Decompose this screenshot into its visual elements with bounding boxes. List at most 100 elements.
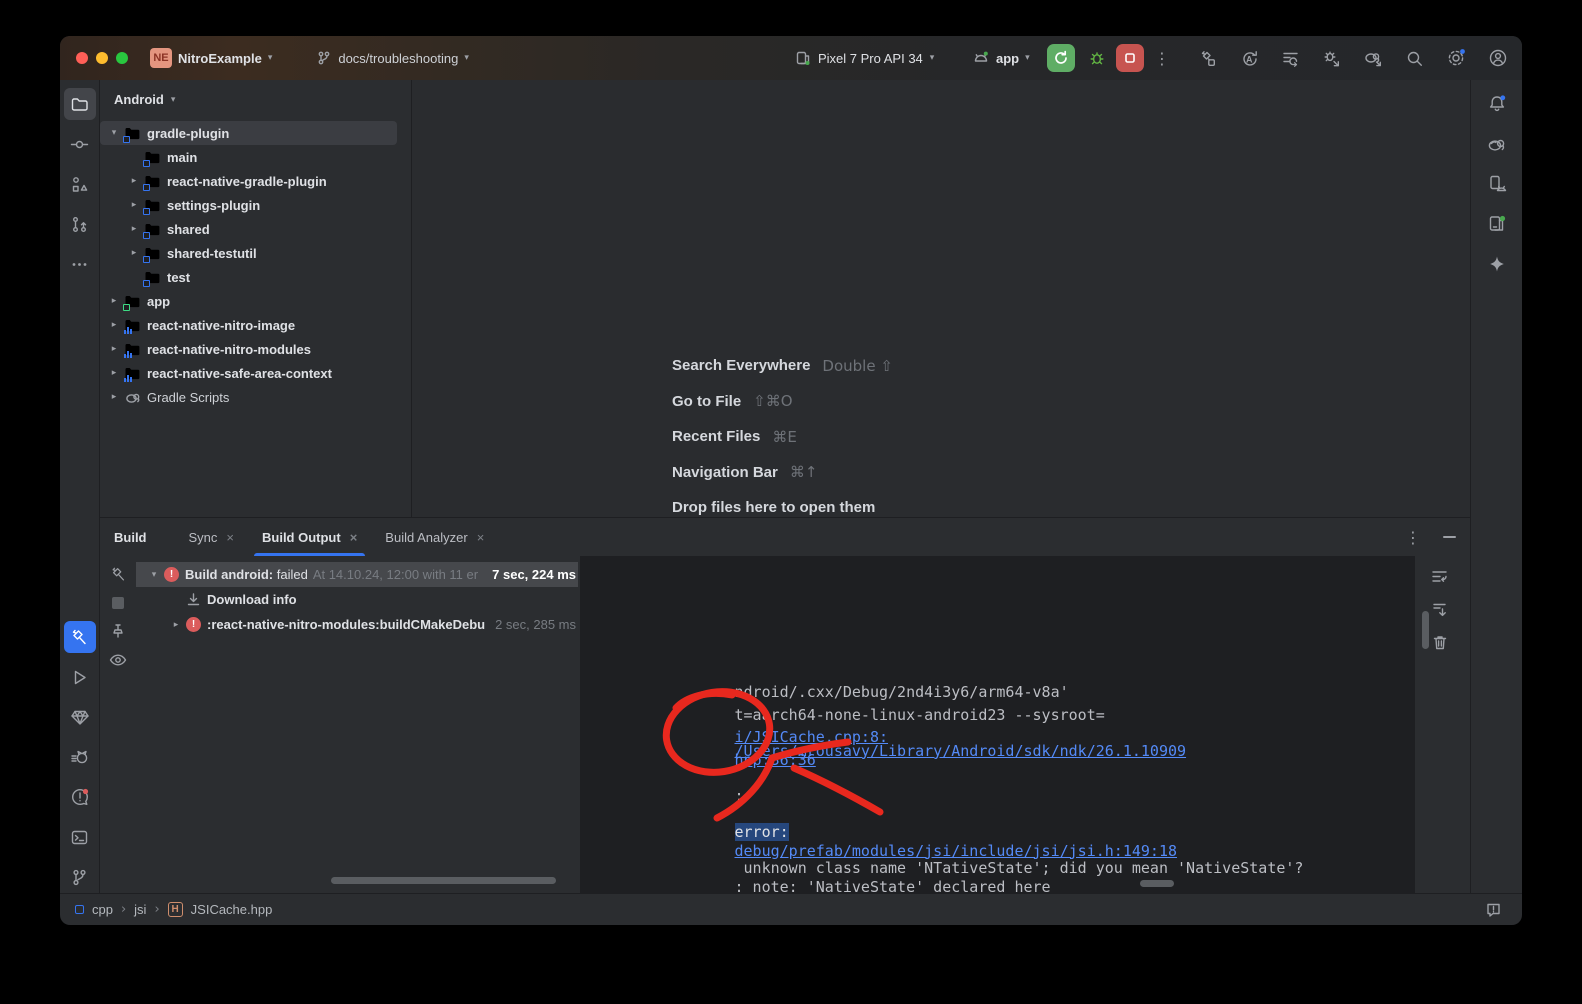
breadcrumb-separator: › [154,902,159,917]
build-tab[interactable]: Sync × [175,518,249,556]
build-tree-row[interactable]: ▸ ! :react-native-nitro-modules:buildCMa… [136,612,578,637]
profiler-icon[interactable] [1281,48,1300,68]
breadcrumb-item[interactable]: cpp [92,902,113,917]
build-tree-row[interactable]: ▾ ! Build android: failed At 14.10.24, 1… [136,562,578,587]
build-tab[interactable]: Build Output × [248,518,371,556]
project-tree-row[interactable]: ▸ settings-plugin [100,193,397,217]
project-tree-row[interactable]: main [100,145,397,169]
vertical-scrollbar[interactable] [1422,611,1429,649]
error-icon: ! [164,567,179,582]
rerun-button[interactable] [1047,44,1075,72]
tree-expand-icon[interactable]: ▸ [106,320,122,330]
project-tree-row[interactable]: ▸ react-native-nitro-image [100,313,397,337]
run-configuration-selector[interactable]: app ▾ [972,50,1030,66]
minimize-window-button[interactable] [96,52,108,64]
clear-console-icon[interactable] [1432,634,1448,651]
project-tree-row[interactable]: ▸ app [100,289,397,313]
build-panel-controls: ⋮ [1405,528,1456,547]
rerun-build-icon[interactable] [110,566,127,583]
shortcut-action: Search Everywhere [672,357,810,374]
close-tab-icon[interactable]: × [477,530,485,545]
tree-expand-icon[interactable]: ▸ [106,368,122,378]
run-tool-button[interactable] [64,661,96,693]
panel-options-icon[interactable]: ⋮ [1405,528,1421,547]
more-tool-windows-button[interactable] [64,248,96,280]
problems-tool-button[interactable] [64,781,96,813]
project-tree-row[interactable]: ▸ shared-testutil [100,241,397,265]
device-manager-tool-button[interactable] [1481,168,1513,200]
project-tool-button[interactable] [64,88,96,120]
notifications-tool-button[interactable] [1481,88,1513,120]
pull-requests-tool-button[interactable] [64,208,96,240]
soft-wrap-icon[interactable] [1431,568,1448,585]
debug-button[interactable] [1083,44,1111,72]
tree-expand-icon[interactable]: ▸ [126,176,142,186]
build-tree-row[interactable]: ! Download info [136,587,578,612]
version-control-tool-button[interactable] [64,861,96,893]
search-icon[interactable] [1405,48,1424,68]
inspect-eye-icon[interactable] [109,653,127,667]
sync-gradle-icon[interactable] [1363,48,1383,68]
build-icon[interactable] [1199,48,1218,68]
gemini-tool-button[interactable] [1481,248,1513,280]
tree-expand-icon[interactable]: ▾ [146,570,162,580]
build-console[interactable]: ndroid/.cxx/Debug/2nd4i3y6/arm64-v8a' t=… [580,556,1415,893]
tree-expand-icon[interactable]: ▸ [126,224,142,234]
project-tree-row[interactable]: test [100,265,397,289]
close-tab-icon[interactable]: × [350,530,358,545]
folder-icon [124,318,141,333]
project-tree-row[interactable]: ▸ shared [100,217,397,241]
maximize-window-button[interactable] [116,52,128,64]
build-tab-label: Build Analyzer [385,530,467,545]
header-file-icon: H [168,902,183,917]
project-tree-row[interactable]: ▸ react-native-gradle-plugin [100,169,397,193]
breadcrumb-item[interactable]: jsi [134,902,146,917]
structure-tool-button[interactable] [64,168,96,200]
tree-expand-icon[interactable]: ▾ [106,128,122,138]
horizontal-scrollbar[interactable] [1140,880,1174,887]
stop-button[interactable] [1116,44,1144,72]
tree-expand-icon[interactable]: ▸ [168,620,184,630]
apply-changes-icon[interactable]: A [1240,48,1259,68]
gradle-tool-button[interactable] [1481,128,1513,160]
pin-icon[interactable] [110,623,126,639]
more-actions-icon[interactable]: ⋮ [1154,49,1170,68]
scroll-to-end-icon[interactable] [1431,601,1448,618]
tree-expand-icon[interactable]: ▸ [106,392,122,402]
logcat-tool-button[interactable] [64,741,96,773]
account-icon[interactable] [1488,48,1508,68]
build-task-title: :react-native-nitro-modules:buildCMakeDe… [207,617,485,632]
shortcut-keys: ⌘E [772,428,796,446]
project-tree-label: react-native-nitro-image [147,318,295,333]
right-tool-stripe [1470,80,1522,893]
shortcut-row: Search Everywhere Double ⇧ [672,348,893,384]
project-tree-row[interactable]: ▾ gradle-plugin [100,121,397,145]
build-tool-button[interactable] [64,621,96,653]
running-devices-tool-button[interactable] [1481,208,1513,240]
device-selector[interactable]: Pixel 7 Pro API 34 ▾ [795,50,934,66]
commit-tool-button[interactable] [64,128,96,160]
project-tree-label: shared [167,222,210,237]
build-tab[interactable]: Build Analyzer × [371,518,498,556]
terminal-tool-button[interactable] [64,821,96,853]
project-tree-row[interactable]: ▸ react-native-safe-area-context [100,361,397,385]
close-tab-icon[interactable]: × [226,530,234,545]
app-quality-insights-tool-button[interactable] [64,701,96,733]
breadcrumb-item[interactable]: JSICache.hpp [191,902,273,917]
horizontal-scrollbar[interactable] [331,877,556,884]
settings-icon[interactable] [1446,48,1466,68]
close-window-button[interactable] [76,52,88,64]
project-widget[interactable]: NE NitroExample ▾ [150,48,272,68]
hide-panel-icon[interactable] [1443,536,1456,538]
project-tree-row[interactable]: ▸ Gradle Scripts [100,385,397,409]
branch-widget[interactable]: docs/troubleshooting ▾ [316,50,469,66]
tree-expand-icon[interactable]: ▸ [126,248,142,258]
project-tree-row[interactable]: ▸ react-native-nitro-modules [100,337,397,361]
tree-expand-icon[interactable]: ▸ [106,344,122,354]
event-log-icon[interactable] [1485,901,1502,918]
project-view-selector[interactable]: Android ▾ [100,80,411,117]
breadcrumb: cpp › jsi › H JSICache.hpp [75,902,272,917]
attach-debugger-icon[interactable] [1322,48,1341,68]
tree-expand-icon[interactable]: ▸ [126,200,142,210]
tree-expand-icon[interactable]: ▸ [106,296,122,306]
